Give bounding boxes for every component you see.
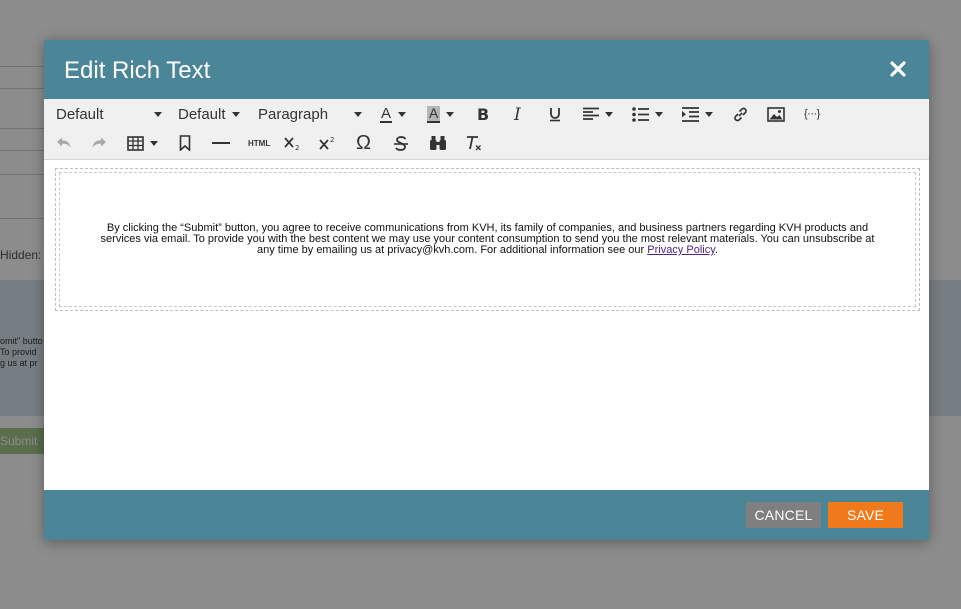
horizontal-rule-icon[interactable] <box>212 131 230 155</box>
chevron-down-icon <box>705 111 713 117</box>
chevron-down-icon <box>398 111 407 117</box>
cancel-button[interactable]: CANCEL <box>746 502 821 528</box>
consent-text: By clicking the “Submit” button, you agr… <box>100 222 875 256</box>
dialog-header: Edit Rich Text <box>44 40 929 99</box>
svg-text:2: 2 <box>295 144 299 151</box>
template-token-icon[interactable]: {···} <box>804 102 820 126</box>
chevron-down-icon <box>231 111 240 117</box>
consent-paragraph: By clicking the “Submit” button, you agr… <box>93 223 883 256</box>
table-icon[interactable] <box>127 131 158 155</box>
block-format-value: Paragraph <box>258 105 329 123</box>
italic-icon[interactable]: I <box>512 102 526 126</box>
chevron-down-icon <box>605 111 613 117</box>
svg-text:2: 2 <box>330 136 334 144</box>
subscript-icon[interactable]: 2 <box>284 131 302 155</box>
redo-icon[interactable] <box>91 131 107 155</box>
chevron-down-icon <box>446 111 455 117</box>
clear-formatting-icon[interactable] <box>465 131 483 155</box>
save-button[interactable]: SAVE <box>828 502 903 528</box>
font-family-value: Default <box>56 105 104 123</box>
dialog-footer: CANCEL SAVE <box>44 490 929 540</box>
editor-toolbar: Default Default Paragraph A A B I {···} … <box>44 99 929 160</box>
underline-icon[interactable] <box>548 102 562 126</box>
text-color-icon[interactable]: A <box>380 102 407 126</box>
undo-icon[interactable] <box>56 131 72 155</box>
dialog-title: Edit Rich Text <box>64 57 211 84</box>
special-character-icon[interactable]: Ω <box>356 131 371 155</box>
font-size-value: Default <box>178 105 226 123</box>
chevron-down-icon <box>154 111 162 117</box>
block-format-select[interactable]: Paragraph <box>258 102 362 126</box>
toolbar-row-1: Default Default Paragraph A A B I {···} <box>44 99 929 129</box>
bold-icon[interactable]: B <box>476 102 490 126</box>
consent-text-block[interactable]: By clicking the “Submit” button, you agr… <box>59 172 916 307</box>
indent-icon[interactable] <box>682 102 713 126</box>
strikethrough-icon[interactable] <box>393 131 409 155</box>
toolbar-row-2: HTML 2 2 Ω <box>44 128 929 158</box>
close-icon[interactable] <box>889 60 907 78</box>
font-family-select[interactable]: Default <box>56 102 162 126</box>
rich-text-editor-area[interactable]: By clicking the “Submit” button, you agr… <box>55 168 920 311</box>
text-color-letter: A <box>380 104 393 123</box>
background-color-icon[interactable]: A <box>427 102 455 126</box>
svg-text:I: I <box>513 106 521 122</box>
edit-rich-text-dialog: Edit Rich Text Default Default Paragraph… <box>44 40 929 540</box>
bookmark-icon[interactable] <box>179 131 191 155</box>
consent-trailing-period: . <box>714 244 718 256</box>
link-icon[interactable] <box>732 102 749 126</box>
svg-text:B: B <box>477 106 489 122</box>
image-icon[interactable] <box>767 102 785 126</box>
html-icon[interactable]: HTML <box>248 131 270 155</box>
privacy-policy-link[interactable]: Privacy Policy <box>647 244 715 256</box>
align-icon[interactable] <box>583 102 613 126</box>
background-color-letter: A <box>427 104 441 123</box>
bullet-list-icon[interactable] <box>632 102 663 126</box>
chevron-down-icon <box>655 111 663 117</box>
font-size-select[interactable]: Default <box>178 102 240 126</box>
chevron-down-icon <box>150 140 158 146</box>
chevron-down-icon <box>354 111 362 117</box>
superscript-icon[interactable]: 2 <box>319 131 337 155</box>
find-replace-icon[interactable] <box>429 131 447 155</box>
